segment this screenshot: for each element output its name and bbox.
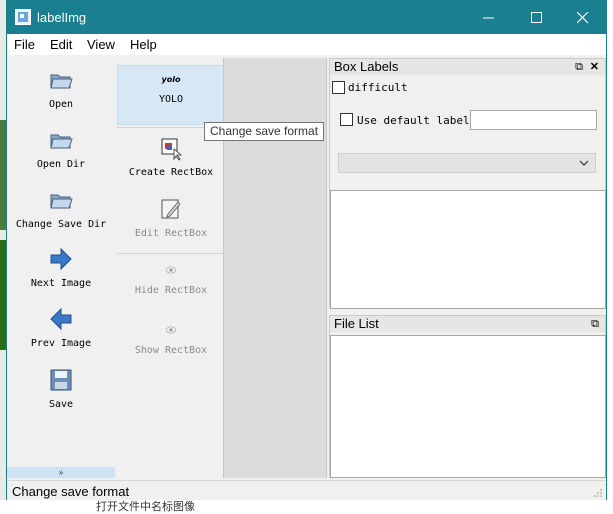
create-rectbox-icon [161,138,183,161]
close-button[interactable] [560,1,606,34]
file-list-dock: File List ⧉ [329,315,606,478]
create-rectbox-button[interactable]: Create RectBox [119,135,223,178]
resize-grip-icon[interactable] [593,488,603,498]
folder-icon [50,134,73,149]
labelimg-window: labelImg File Edit View Help Open Open D… [6,0,607,500]
show-rectbox-button[interactable]: Show RectBox [119,323,223,356]
folder-icon [50,74,73,89]
floppy-disk-icon [50,369,72,391]
menu-view[interactable]: View [87,37,115,52]
image-canvas[interactable] [223,58,327,478]
close-icon[interactable]: ✕ [590,59,599,75]
menu-bar: File Edit View Help [7,34,606,55]
change-save-dir-label: Change Save Dir [15,219,107,230]
chevron-down-icon [579,160,589,166]
hide-rectbox-button[interactable]: Hide RectBox [119,263,223,296]
folder-icon [50,194,73,209]
main-toolbar: Open Open Dir Change Save Dir Next Image [9,59,113,467]
window-title: labelImg [37,10,87,25]
menu-edit[interactable]: Edit [50,37,72,52]
difficult-label: difficult [348,81,408,94]
prev-image-button[interactable]: Prev Image [9,306,113,349]
open-dir-button[interactable]: Open Dir [9,127,113,170]
open-dir-label: Open Dir [36,159,86,170]
open-button[interactable]: Open [9,67,113,110]
minimize-button[interactable] [466,1,512,34]
edit-rectbox-button[interactable]: Edit RectBox [119,196,223,239]
toolbar-separator [117,253,223,254]
save-label: Save [48,399,74,410]
next-image-label: Next Image [30,278,92,289]
format-tool: yolo YOLO [118,66,224,105]
format-label: YOLO [158,94,184,105]
background-text: 打开文件中名标图像 [96,500,195,513]
tooltip: Change save format [204,122,325,141]
use-default-label-checkbox[interactable] [340,113,353,126]
desktop-background [0,500,613,508]
close-icon [576,11,589,24]
float-icon[interactable]: ⧉ [575,59,583,75]
toolbar-expander[interactable]: » [7,467,115,478]
edit-icon [161,199,181,219]
save-button[interactable]: Save [9,367,113,410]
use-default-label-label: Use default label [357,114,470,127]
secondary-toolbar: yolo YOLO Create RectBox Edit RectBox Hi… [117,65,225,365]
menu-help[interactable]: Help [130,37,157,52]
next-image-button[interactable]: Next Image [9,246,113,289]
box-labels-header: Box Labels ⧉ ✕ [330,59,605,75]
create-rectbox-label: Create RectBox [128,167,214,178]
eye-icon [165,266,177,274]
label-list[interactable] [330,190,606,309]
status-text: Change save format [12,484,130,499]
status-bar: Change save format [7,480,606,500]
edit-rectbox-label: Edit RectBox [134,228,208,239]
yolo-icon: yolo [161,75,181,84]
prev-image-label: Prev Image [30,338,92,349]
maximize-button[interactable] [514,1,560,34]
file-list-title: File List [334,316,379,331]
file-list[interactable] [330,335,606,478]
arrow-left-icon [50,307,72,331]
show-rectbox-label: Show RectBox [134,345,208,356]
app-icon [15,9,31,25]
change-save-dir-button[interactable]: Change Save Dir [9,187,113,230]
menu-file[interactable]: File [14,37,35,52]
eye-icon [165,326,177,334]
change-save-format-button[interactable]: yolo YOLO [117,65,225,125]
maximize-icon [531,11,542,23]
box-labels-title: Box Labels [334,59,399,74]
default-label-input[interactable] [470,110,597,130]
difficult-checkbox[interactable] [332,81,345,94]
hide-rectbox-label: Hide RectBox [134,285,208,296]
box-labels-dock: Box Labels ⧉ ✕ difficult Use default lab… [329,58,606,309]
file-list-header: File List ⧉ [330,316,605,332]
label-combo-box[interactable] [338,153,596,173]
open-label: Open [48,99,74,110]
title-bar[interactable]: labelImg [7,1,606,34]
float-icon[interactable]: ⧉ [591,316,599,332]
minimize-icon [483,17,494,19]
arrow-right-icon [50,247,72,271]
